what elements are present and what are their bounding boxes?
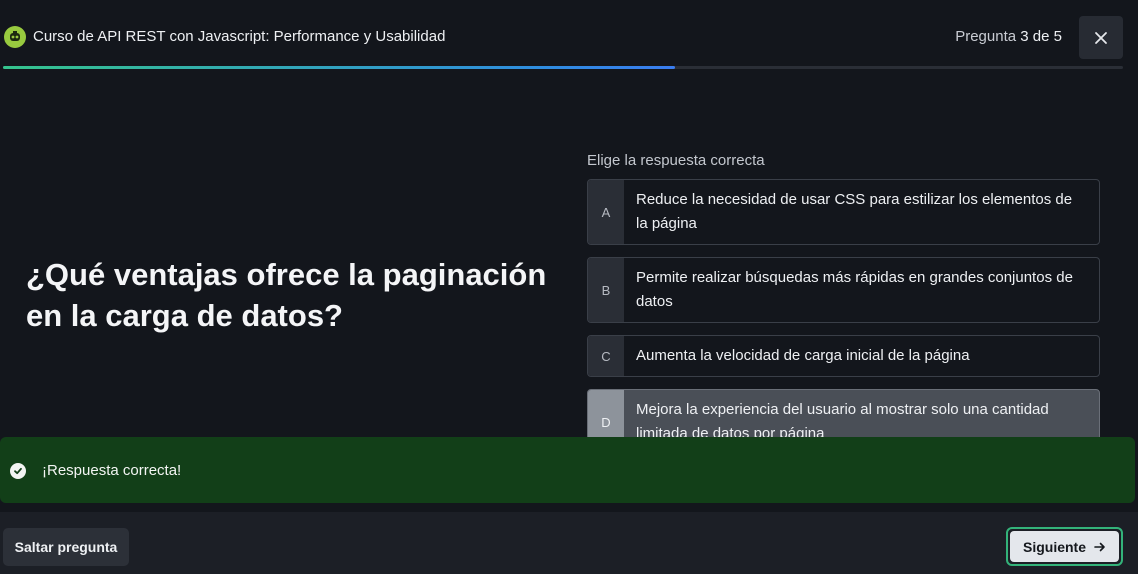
course-title: Curso de API REST con Javascript: Perfor… <box>33 28 446 45</box>
question-text: ¿Qué ventajas ofrece la paginación en la… <box>26 257 547 333</box>
option-text: Aumenta la velocidad de carga inicial de… <box>636 347 970 364</box>
skip-question-button[interactable]: Saltar pregunta <box>3 528 129 566</box>
answer-option-c[interactable]: C Aumenta la velocidad de carga inicial … <box>587 335 1100 377</box>
progress-bar <box>3 66 1123 69</box>
arrow-right-icon <box>1094 542 1105 551</box>
next-button-label: Siguiente <box>1022 538 1086 555</box>
answer-option-b[interactable]: B Permite realizar búsquedas más rápidas… <box>587 257 1100 323</box>
check-circle-icon <box>10 463 26 479</box>
question-counter: Pregunta 3 de 5 <box>955 28 1062 45</box>
counter-current: 3 <box>1020 28 1029 45</box>
option-letter: B <box>588 258 624 322</box>
next-button-focus-ring: Siguiente <box>1006 527 1123 566</box>
close-button[interactable] <box>1079 16 1123 59</box>
feedback-text: ¡Respuesta correcta! <box>42 462 182 479</box>
feedback-banner: ¡Respuesta correcta! <box>0 437 1135 503</box>
option-text: Permite realizar búsquedas más rápidas e… <box>636 269 1073 310</box>
counter-prefix: Pregunta <box>955 28 1017 45</box>
next-button[interactable]: Siguiente <box>1010 531 1119 562</box>
option-text: Reduce la necesidad de usar CSS para est… <box>636 191 1073 232</box>
close-icon <box>1095 31 1107 44</box>
platzi-logo-icon <box>4 26 26 48</box>
progress-fill <box>3 66 675 69</box>
counter-total: 5 <box>1053 28 1062 45</box>
answer-option-a[interactable]: A Reduce la necesidad de usar CSS para e… <box>587 179 1100 245</box>
header: Curso de API REST con Javascript: Perfor… <box>0 0 1138 69</box>
footer: Saltar pregunta Siguiente <box>0 512 1138 574</box>
option-letter: C <box>588 336 624 376</box>
answer-instruction: Elige la respuesta correcta <box>587 152 765 169</box>
option-letter: A <box>588 180 624 244</box>
counter-separator: de <box>1032 28 1050 45</box>
